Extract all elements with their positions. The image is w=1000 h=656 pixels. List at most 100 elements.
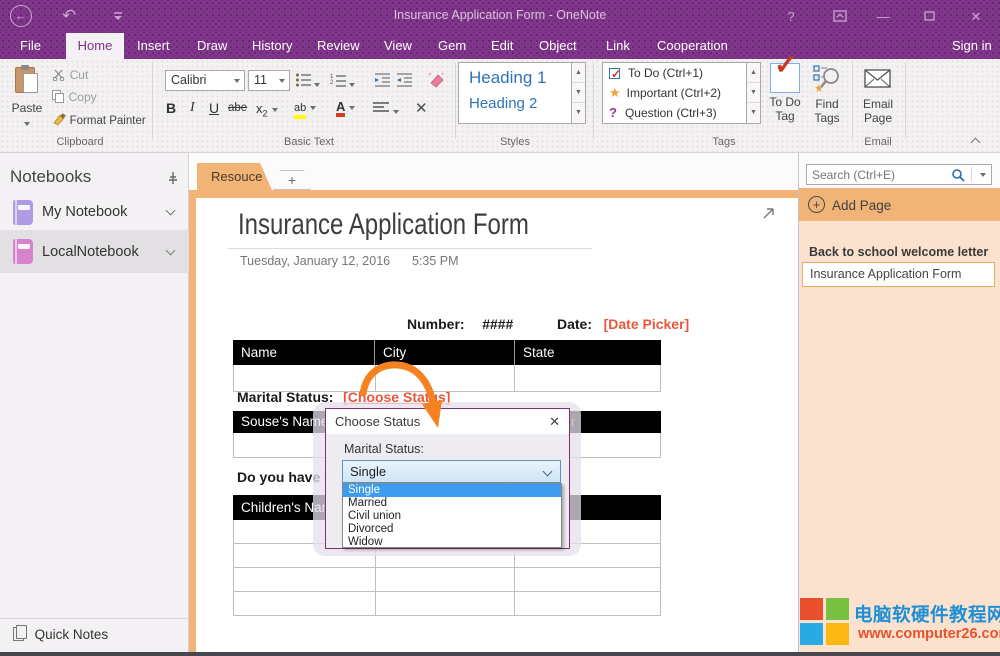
expand-page-icon[interactable] <box>761 206 776 221</box>
email-page-button[interactable]: EmailPage <box>856 61 900 125</box>
strikethrough-button[interactable]: abe <box>228 102 247 114</box>
tags-scroll[interactable]: ▲▼▼ <box>747 62 761 124</box>
maximize-button[interactable] <box>924 11 935 21</box>
menu-history[interactable]: History <box>252 32 292 59</box>
marital-status-combobox[interactable]: Single <box>342 460 561 483</box>
eraser-button[interactable] <box>428 71 446 92</box>
numbering-button[interactable]: 12 <box>330 72 355 91</box>
find-tags-button[interactable]: ★ FindTags <box>806 61 848 125</box>
menu-draw[interactable]: Draw <box>197 32 227 59</box>
font-color-button[interactable]: A <box>336 99 355 117</box>
watermark-site-name: 电脑软硬件教程网 <box>854 601 1000 627</box>
page-list-item-active[interactable]: Insurance Application Form <box>802 262 995 287</box>
tag-important[interactable]: ★Important (Ctrl+2) <box>603 83 746 103</box>
notebook-icon <box>13 200 33 225</box>
minimize-button[interactable]: — <box>873 9 893 24</box>
menu-gem[interactable]: Gem <box>438 32 466 59</box>
font-name-select[interactable]: Calibri <box>165 70 245 91</box>
menu-file[interactable]: File <box>20 32 41 59</box>
format-painter-button[interactable]: Format Painter <box>52 112 146 127</box>
date-picker-link[interactable]: [Date Picker] <box>604 316 690 332</box>
svg-text:★: ★ <box>814 83 824 95</box>
menu-object[interactable]: Object <box>539 32 577 59</box>
underline-button[interactable]: U <box>209 100 219 116</box>
todo-checkbox-icon: ✓ <box>609 68 620 79</box>
menu-review[interactable]: Review <box>317 32 360 59</box>
search-scope-dropdown[interactable] <box>980 173 986 177</box>
font-size-select[interactable]: 11 <box>248 70 290 91</box>
section-tab-resouce[interactable]: Resouce <box>197 163 272 190</box>
ribbon-display-options-button[interactable] <box>833 10 847 22</box>
highlight-button[interactable]: ab <box>294 99 316 119</box>
page-left-strip <box>189 198 196 652</box>
subscript-button[interactable]: x2 <box>256 101 278 119</box>
paragraph-align-button[interactable] <box>372 101 399 118</box>
close-button[interactable]: ✕ <box>966 9 986 25</box>
table-cell[interactable] <box>234 592 376 616</box>
notebook-item-localnotebook[interactable]: LocalNotebook <box>0 230 189 273</box>
menu-link[interactable]: Link <box>606 32 630 59</box>
basic-text-group-label: Basic Text <box>259 136 359 148</box>
pin-icon[interactable] <box>167 171 179 185</box>
sign-in-button[interactable]: Sign in <box>952 32 992 59</box>
find-tags-icon: ★ <box>812 63 842 95</box>
help-icon[interactable]: ? <box>781 9 801 24</box>
svg-text:2: 2 <box>330 80 334 86</box>
menu-edit[interactable]: Edit <box>491 32 513 59</box>
tag-todo[interactable]: ✓To Do (Ctrl+1) <box>603 63 746 83</box>
table-cell[interactable] <box>515 568 661 592</box>
back-button[interactable]: ← <box>10 5 32 27</box>
dialog-close-button[interactable]: ✕ <box>549 409 560 434</box>
dropdown-option[interactable]: Married <box>343 497 561 510</box>
copy-button[interactable]: Copy <box>52 89 97 104</box>
todo-tag-button[interactable]: ✓ To DoTag <box>764 61 806 123</box>
quick-notes-button[interactable]: Quick Notes <box>13 625 189 651</box>
watermark-logo-yellow <box>826 623 849 645</box>
table-cell[interactable] <box>376 568 516 592</box>
chevron-down-icon[interactable] <box>166 246 176 256</box>
increase-indent-icon <box>396 72 413 88</box>
menu-view[interactable]: View <box>384 32 412 59</box>
search-input[interactable] <box>812 167 942 182</box>
styles-scroll[interactable]: ▲▼▼ <box>572 62 586 124</box>
search-box[interactable] <box>806 164 992 185</box>
clear-formatting-button[interactable]: ✕ <box>415 99 428 117</box>
table-cell[interactable] <box>376 592 516 616</box>
page-title[interactable]: Insurance Application Form <box>238 208 529 242</box>
undo-button[interactable]: ↶ <box>62 6 76 26</box>
tags-group-label: Tags <box>674 136 774 148</box>
section-band <box>189 190 798 198</box>
notebook-item-my-notebook[interactable]: My Notebook <box>0 193 189 233</box>
style-heading2[interactable]: Heading 2 <box>459 88 571 112</box>
quick-access-customize-button[interactable] <box>112 12 124 21</box>
table-cell[interactable] <box>234 568 376 592</box>
bullets-button[interactable] <box>295 72 320 91</box>
watermark-logo-green <box>826 598 849 620</box>
chevron-down-icon[interactable] <box>166 206 176 216</box>
table-cell[interactable] <box>515 365 661 392</box>
number-row: Number: #### Date: [Date Picker] <box>407 316 689 332</box>
dropdown-option[interactable]: Single <box>343 484 561 497</box>
tag-question[interactable]: ?Question (Ctrl+3) <box>603 103 746 123</box>
menu-cooperation[interactable]: Cooperation <box>657 32 728 59</box>
menu-home[interactable]: Home <box>66 33 124 59</box>
add-page-button[interactable]: + Add Page <box>799 188 1000 221</box>
dropdown-option[interactable]: Widow <box>343 536 561 549</box>
table-cell[interactable] <box>515 592 661 616</box>
paste-button[interactable]: Paste <box>8 63 46 135</box>
italic-button[interactable]: I <box>190 100 195 116</box>
collapse-ribbon-button[interactable] <box>972 134 988 148</box>
dropdown-option[interactable]: Divorced <box>343 523 561 536</box>
dropdown-option[interactable]: Civil union <box>343 510 561 523</box>
cut-button[interactable]: Cut <box>52 67 88 82</box>
menubar: File Home Insert Draw History Review Vie… <box>0 32 1000 59</box>
style-heading1[interactable]: Heading 1 <box>459 63 571 88</box>
search-icon[interactable] <box>951 168 965 182</box>
increase-indent-button[interactable] <box>396 72 413 91</box>
titlebar: ← ↶ Insurance Application Form - OneNote… <box>0 0 1000 32</box>
page-list-item[interactable]: Back to school welcome letter <box>809 245 988 259</box>
decrease-indent-button[interactable] <box>374 72 391 91</box>
bold-button[interactable]: B <box>166 100 176 116</box>
menu-insert[interactable]: Insert <box>137 32 170 59</box>
numbering-icon: 12 <box>330 72 347 88</box>
